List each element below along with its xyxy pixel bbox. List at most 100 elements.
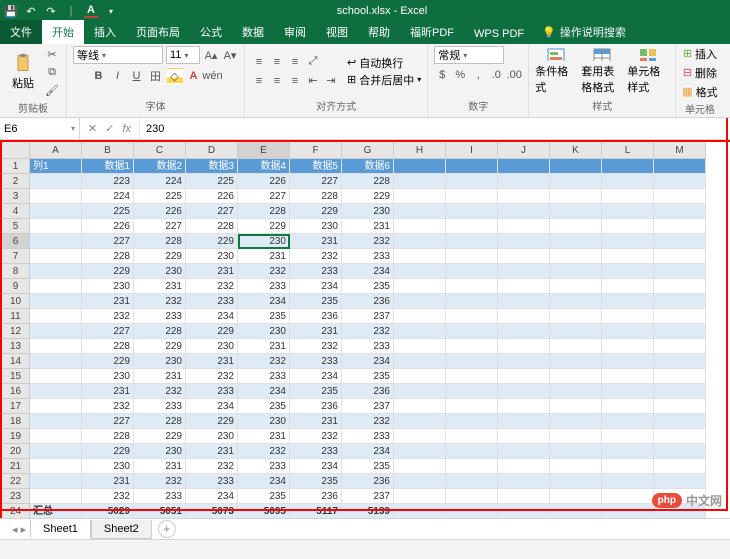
cell[interactable]: [446, 354, 498, 369]
cell[interactable]: [550, 384, 602, 399]
cell[interactable]: [30, 234, 82, 249]
cell[interactable]: 235: [342, 459, 394, 474]
cell[interactable]: 234: [342, 354, 394, 369]
cell[interactable]: [550, 219, 602, 234]
align-left-icon[interactable]: ≡: [251, 73, 267, 89]
row-header[interactable]: 21: [2, 459, 30, 474]
cell[interactable]: 234: [186, 309, 238, 324]
italic-button[interactable]: I: [110, 68, 126, 84]
cell[interactable]: 232: [290, 249, 342, 264]
cell[interactable]: [602, 189, 654, 204]
cell[interactable]: 225: [82, 204, 134, 219]
cell[interactable]: [602, 249, 654, 264]
cell[interactable]: 233: [186, 474, 238, 489]
cell[interactable]: [30, 219, 82, 234]
cell[interactable]: 223: [82, 174, 134, 189]
cell[interactable]: [394, 384, 446, 399]
insert-cells-button[interactable]: ⊞插入: [683, 46, 717, 61]
cell[interactable]: 233: [290, 264, 342, 279]
cell[interactable]: 231: [238, 249, 290, 264]
cell[interactable]: [30, 249, 82, 264]
cell[interactable]: 231: [186, 444, 238, 459]
underline-button[interactable]: U: [129, 68, 145, 84]
row-header[interactable]: 14: [2, 354, 30, 369]
cell[interactable]: [654, 219, 706, 234]
cell[interactable]: 5117: [290, 504, 342, 518]
cell[interactable]: [498, 189, 550, 204]
cell[interactable]: [602, 429, 654, 444]
cell[interactable]: [30, 294, 82, 309]
font-size-combo[interactable]: 11▾: [166, 46, 200, 64]
cell[interactable]: [654, 444, 706, 459]
cell[interactable]: 237: [342, 489, 394, 504]
cell[interactable]: [602, 339, 654, 354]
tab-review[interactable]: 审阅: [274, 20, 316, 44]
cell[interactable]: [498, 489, 550, 504]
cell[interactable]: [498, 414, 550, 429]
cell[interactable]: [446, 444, 498, 459]
cell[interactable]: [30, 279, 82, 294]
cell[interactable]: 233: [134, 489, 186, 504]
cell[interactable]: [30, 354, 82, 369]
cell[interactable]: [550, 339, 602, 354]
cell[interactable]: 5029: [82, 504, 134, 518]
row-header[interactable]: 19: [2, 429, 30, 444]
cell[interactable]: [498, 339, 550, 354]
cell[interactable]: [446, 204, 498, 219]
cell[interactable]: [30, 189, 82, 204]
cell[interactable]: [498, 309, 550, 324]
cell[interactable]: [654, 174, 706, 189]
cell[interactable]: [498, 219, 550, 234]
row-header[interactable]: 17: [2, 399, 30, 414]
cell[interactable]: 225: [186, 174, 238, 189]
cell[interactable]: 231: [186, 354, 238, 369]
cell[interactable]: [654, 324, 706, 339]
font-name-combo[interactable]: 等线▾: [73, 46, 163, 64]
row-header[interactable]: 10: [2, 294, 30, 309]
cell[interactable]: 数据3: [186, 159, 238, 174]
cell[interactable]: [30, 369, 82, 384]
cell[interactable]: 229: [134, 249, 186, 264]
cell[interactable]: [498, 204, 550, 219]
cell[interactable]: 230: [238, 234, 290, 249]
cell[interactable]: [550, 414, 602, 429]
row-header[interactable]: 23: [2, 489, 30, 504]
cell[interactable]: 228: [82, 249, 134, 264]
cell[interactable]: 232: [238, 354, 290, 369]
cell[interactable]: 233: [342, 249, 394, 264]
cell[interactable]: [602, 294, 654, 309]
tab-home[interactable]: 开始: [42, 20, 84, 44]
column-header[interactable]: G: [342, 142, 394, 159]
cell[interactable]: 230: [82, 369, 134, 384]
cell[interactable]: [602, 309, 654, 324]
cell[interactable]: 227: [238, 189, 290, 204]
cell[interactable]: 231: [186, 264, 238, 279]
cell[interactable]: [602, 444, 654, 459]
cell[interactable]: 5051: [134, 504, 186, 518]
cell[interactable]: 233: [238, 459, 290, 474]
cell[interactable]: 232: [82, 309, 134, 324]
cell[interactable]: 235: [238, 309, 290, 324]
cell[interactable]: [550, 369, 602, 384]
cell[interactable]: 227: [82, 414, 134, 429]
cell[interactable]: [446, 294, 498, 309]
cell[interactable]: [394, 204, 446, 219]
row-header[interactable]: 1: [2, 159, 30, 174]
row-header[interactable]: 22: [2, 474, 30, 489]
format-cells-button[interactable]: ▦格式: [682, 84, 717, 99]
cell[interactable]: [550, 294, 602, 309]
cell[interactable]: [654, 204, 706, 219]
cell[interactable]: [394, 369, 446, 384]
cell[interactable]: 232: [186, 459, 238, 474]
column-header[interactable]: B: [82, 142, 134, 159]
cell[interactable]: [30, 264, 82, 279]
cell[interactable]: [394, 504, 446, 518]
cell[interactable]: [550, 489, 602, 504]
row-header[interactable]: 6: [2, 234, 30, 249]
cell[interactable]: [654, 279, 706, 294]
row-header[interactable]: 20: [2, 444, 30, 459]
cell[interactable]: [602, 474, 654, 489]
cell[interactable]: [394, 339, 446, 354]
cell[interactable]: 232: [342, 324, 394, 339]
row-header[interactable]: 5: [2, 219, 30, 234]
